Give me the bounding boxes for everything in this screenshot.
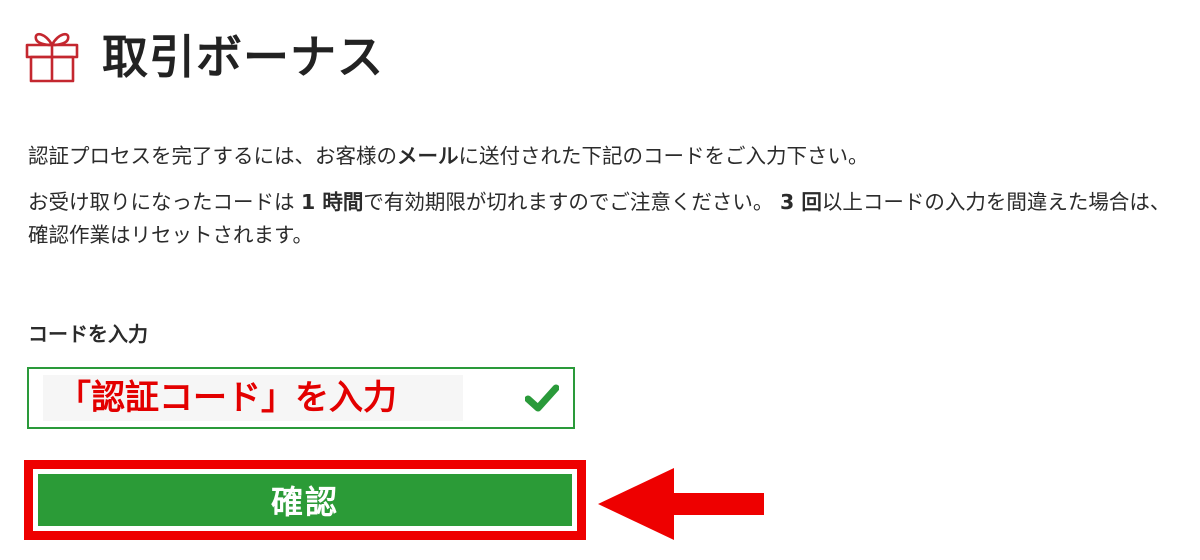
expiry-notice: お受け取りになったコードは 1 時間で有効期限が切れますのでご注意ください。 3… [28,190,1171,247]
code-input-label: コードを入力 [28,322,148,346]
code-input[interactable] [43,375,463,421]
code-input-wrapper [27,367,575,429]
page-header: 取引ボーナス [24,24,384,84]
confirm-button[interactable]: 確認 [38,474,572,526]
confirm-highlight-frame: 確認 [24,460,586,540]
gift-icon [25,32,79,83]
check-icon [525,384,559,412]
left-arrow-icon [598,468,764,540]
email-emphasis: メール [397,144,459,168]
attempt-limit: 3 回 [779,190,822,214]
instruction-paragraph: 認証プロセスを完了するには、お客様のメールに送付された下記のコードをご入力下さい… [28,144,869,168]
expiry-time: 1 時間 [301,190,364,214]
page-title: 取引ボーナス [102,30,384,84]
